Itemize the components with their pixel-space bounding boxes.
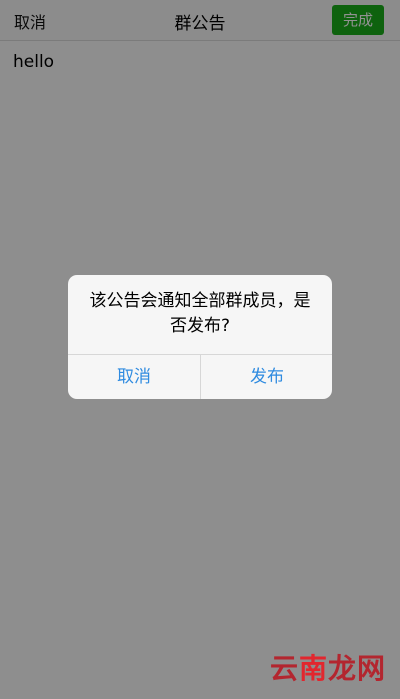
alert-cancel-button[interactable]: 取消 <box>68 355 200 399</box>
alert-publish-button[interactable]: 发布 <box>201 355 332 399</box>
alert-message: 该公告会通知全部群成员，是否发布? <box>89 291 311 336</box>
screen: 取消 群公告 完成 hello 该公告会通知全部群成员，是否发布? 取消 发布 … <box>0 0 400 699</box>
publish-alert-dialog: 该公告会通知全部群成员，是否发布? 取消 发布 <box>68 275 332 399</box>
watermark-part-1: 云 <box>269 652 299 685</box>
watermark-part-2: 南 <box>298 652 328 685</box>
watermark-part-3: 龙网 <box>327 652 386 685</box>
watermark-logo: 云南龙网 <box>270 647 386 687</box>
